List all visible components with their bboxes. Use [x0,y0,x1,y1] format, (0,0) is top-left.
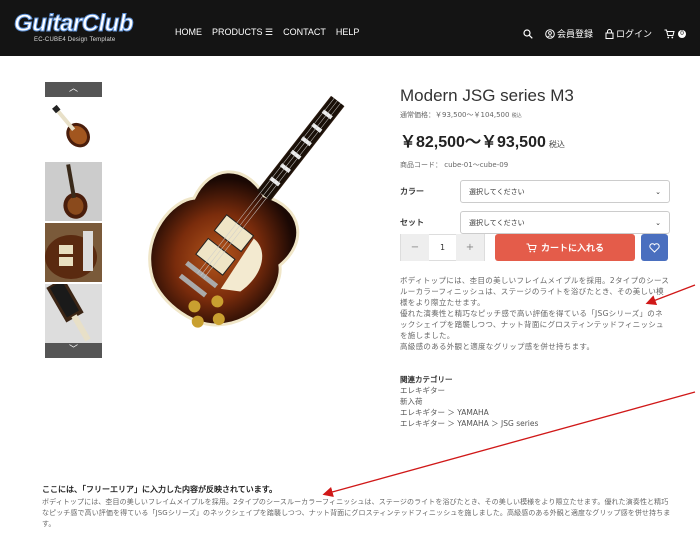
sale-price: ￥82,500～￥93,500 税込 [400,128,670,152]
register-link[interactable]: 会員登録 [545,27,593,40]
thumbnail-1[interactable] [45,99,102,158]
thumbnail-3[interactable] [45,223,102,282]
color-select[interactable]: 選択してください ⌄ [460,180,670,203]
login-label: ログイン [615,30,652,40]
logo-subtitle: EC-CUBE4 Design Template [34,37,116,43]
logo-title: GuitarClub [14,10,135,37]
related-category-link[interactable]: エレキギター [400,385,538,396]
product-main-image [115,80,380,355]
regular-price-text: 通常価格：￥93,500～￥104,500 [400,111,510,119]
chevron-down-icon: ⌄ [655,218,661,227]
nav-contact[interactable]: CONTACT [283,27,326,38]
quantity-increase-button[interactable]: + [456,234,484,261]
free-area: ここには、「フリーエリア」に入力した内容が反映されています。 ボディトップには、… [42,484,672,530]
quantity-value[interactable]: 1 [429,243,456,252]
site-header: GuitarClub EC-CUBE4 Design Template HOME… [0,0,700,56]
main-nav: HOME PRODUCTS ☰ CONTACT HELP [175,27,359,38]
search-icon[interactable] [523,28,533,39]
site-logo[interactable]: GuitarClub EC-CUBE4 Design Template [14,10,135,43]
login-link[interactable]: ログイン [605,27,652,40]
cart-link[interactable]: 0 [664,29,686,39]
lock-icon [605,28,614,39]
color-row: カラー 選択してください ⌄ [400,180,670,203]
related-categories-title: 関連カテゴリー [400,375,453,384]
thumbnail-4[interactable] [45,284,102,343]
product-code: 商品コード： cube-01～cube-09 [400,161,509,169]
nav-products[interactable]: PRODUCTS ☰ [212,27,273,38]
thumbnail-2[interactable] [45,162,102,221]
quantity-stepper: − 1 + [400,234,485,261]
cart-icon [664,29,675,38]
set-label: セット [400,218,424,227]
product-title: Modern JSG series M3 [400,86,574,105]
related-categories: 関連カテゴリー エレキギター 新入荷 エレキギター ＞ YAMAHA エレキギタ… [400,374,538,429]
product-description: ボディトップには、杢目の美しいフレイムメイプルを採用。2タイプのシースルーカラー… [400,276,670,351]
cart-count-badge: 0 [678,29,686,38]
nav-help[interactable]: HELP [336,27,360,38]
quantity-decrease-button[interactable]: − [401,234,429,261]
regular-price-tax: 税込 [511,113,522,119]
free-area-text: ボディトップには、杢目の美しいフレイムメイプルを採用。2タイプのシースルーカラー… [42,498,671,528]
free-area-title: ここには、「フリーエリア」に入力した内容が反映されています。 [42,485,277,494]
sale-price-tax: 税込 [548,140,565,149]
add-to-cart-label: カートに入れる [540,244,604,254]
color-select-value: 選択してください [469,187,525,196]
favorite-button[interactable] [641,234,668,261]
heart-icon [649,242,660,253]
related-category-link[interactable]: エレキギター ＞ YAMAHA [400,407,538,418]
set-row: セット 選択してください ⌄ [400,211,670,234]
chevron-down-icon: ⌄ [655,187,661,196]
sale-price-text: ￥82,500～￥93,500 [400,134,546,151]
add-to-cart-button[interactable]: カートに入れる [495,234,635,261]
product-info: Modern JSG series M3 通常価格：￥93,500～￥104,5… [400,80,670,428]
purchase-row: − 1 + カートに入れる [400,234,668,261]
register-label: 会員登録 [556,30,593,40]
related-category-link[interactable]: エレキギター ＞ YAMAHA ＞ JSG series [400,418,538,429]
set-select-value: 選択してください [469,218,525,227]
header-actions: 会員登録 ログイン 0 [523,27,686,40]
user-icon [545,28,555,39]
thumbnail-scroll-down[interactable]: ﹀ [45,343,102,358]
cart-icon [526,243,537,252]
set-select[interactable]: 選択してください ⌄ [460,211,670,234]
related-category-link[interactable]: 新入荷 [400,396,538,407]
nav-home[interactable]: HOME [175,27,202,38]
thumbnail-scroll-up[interactable]: ︿ [45,82,102,97]
regular-price: 通常価格：￥93,500～￥104,500 税込 [400,110,670,120]
color-label: カラー [400,187,424,196]
